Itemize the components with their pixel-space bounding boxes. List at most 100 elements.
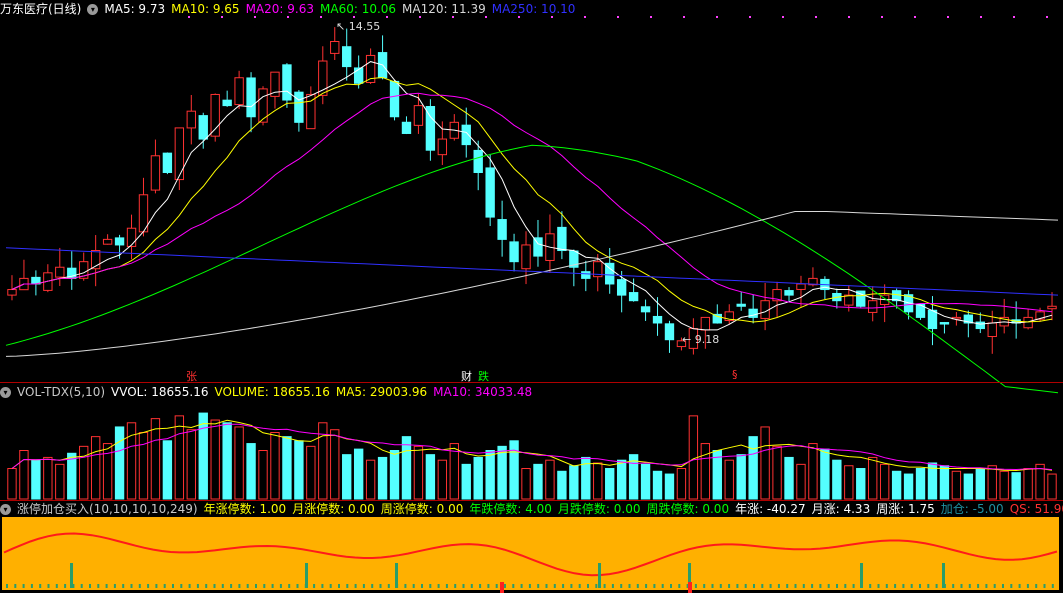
bottom-tick	[636, 584, 639, 588]
volume-bar	[43, 456, 53, 500]
volume-bar	[413, 445, 424, 500]
candle-body	[533, 237, 543, 257]
bottom-tick	[836, 584, 838, 588]
bottom-tick	[1002, 584, 1004, 588]
marker-cai[interactable]: 财	[461, 368, 472, 384]
bottom-tick	[769, 584, 772, 588]
bottom-tick	[462, 584, 465, 588]
top-dot	[914, 16, 916, 18]
volume-bar	[820, 448, 830, 500]
volume-bar	[174, 415, 185, 500]
volume-bar	[198, 412, 208, 500]
top-dot	[551, 16, 553, 18]
candle-body	[652, 315, 663, 324]
volume-bar	[1047, 473, 1057, 500]
bottom-tick	[753, 584, 755, 588]
bottom-tick	[744, 584, 747, 588]
top-dot	[452, 16, 454, 18]
candle-body	[844, 294, 854, 306]
bottom-tick	[1010, 584, 1013, 588]
bottom-tick	[263, 584, 266, 588]
volume-bar	[485, 450, 495, 500]
candle-body	[628, 292, 639, 302]
volume-bar	[437, 459, 448, 500]
volume-bar	[138, 431, 149, 500]
marker-section[interactable]: §	[732, 368, 738, 381]
candle-body	[927, 309, 938, 330]
marker-zhang[interactable]: 张	[186, 368, 197, 384]
volume-bar	[664, 473, 675, 500]
bottom-tick	[230, 584, 233, 588]
volume-bar	[461, 463, 471, 500]
bottom-tick	[819, 584, 822, 588]
bottom-tick	[296, 584, 299, 588]
volume-bar	[473, 456, 483, 500]
volume-bar	[975, 468, 985, 500]
top-dot	[287, 16, 289, 18]
candle-body	[186, 110, 196, 129]
bottom-tick	[537, 584, 540, 588]
ma5-line	[11, 61, 1053, 331]
bottom-tick	[445, 584, 448, 588]
ma120-line	[5, 211, 1059, 357]
indicator-settings-circle-icon[interactable]: ▾	[0, 504, 11, 515]
volume-bar	[533, 463, 543, 500]
marker-die[interactable]: 跌	[478, 368, 489, 384]
candle-body	[126, 227, 137, 247]
candle-body	[497, 219, 507, 240]
volume-bar	[748, 436, 758, 500]
bottom-tick	[935, 584, 938, 588]
candle-body	[342, 46, 352, 68]
bottom-tick	[869, 584, 872, 588]
volume-bar	[19, 450, 29, 500]
bottom-tick	[313, 584, 316, 588]
volume-bar	[856, 468, 866, 500]
volume-bar	[557, 470, 567, 500]
volume-bar	[365, 459, 376, 500]
volume-bar	[724, 459, 734, 500]
bottom-tick	[902, 584, 905, 588]
candle-body	[868, 300, 878, 313]
bottom-tick	[163, 584, 166, 588]
bottom-tick	[279, 584, 282, 588]
bottom-tick	[213, 584, 216, 588]
volume-bar	[282, 436, 292, 500]
bottom-tick	[412, 584, 415, 588]
bottom-tick	[620, 584, 623, 588]
top-dot	[221, 16, 223, 18]
bottom-tick	[172, 584, 174, 588]
signal-bar	[70, 563, 73, 588]
bottom-tick	[487, 584, 490, 588]
bottom-tick	[288, 584, 291, 588]
candle-body	[102, 238, 113, 245]
top-dot	[947, 16, 949, 18]
top-dot	[782, 16, 784, 18]
bottom-tick	[371, 584, 374, 588]
candle-body	[700, 316, 711, 331]
candle-body	[760, 300, 770, 319]
volume-bar	[868, 456, 878, 500]
bottom-tick	[528, 584, 531, 588]
stock-chart-window[interactable]: 万东医疗(日线) ▾ MA5: 9.73 MA10: 9.65 MA20: 9.63 MA…	[0, 0, 1063, 593]
bottom-tick	[188, 584, 191, 588]
bottom-tick	[321, 584, 324, 588]
bottom-tick	[968, 584, 971, 588]
bottom-tick	[180, 584, 183, 588]
ind-legend-item-9: 周涨: 1.75	[876, 502, 935, 516]
bottom-tick	[960, 584, 963, 588]
bottom-tick	[910, 584, 913, 588]
ind-legend-item-10: 加仓: -5.00	[940, 502, 1004, 516]
bottom-tick	[255, 584, 257, 588]
ma20-line	[11, 92, 1053, 313]
candle-body	[7, 289, 17, 296]
top-dot	[848, 16, 850, 18]
bottom-tick	[89, 584, 91, 588]
ma10-line	[11, 76, 1053, 323]
candle-body	[987, 322, 997, 338]
top-dot	[683, 16, 685, 18]
bottom-tick	[603, 584, 606, 588]
volume-settings-circle-icon[interactable]: ▾	[0, 387, 11, 398]
bottom-tick	[595, 584, 598, 588]
bottom-tick	[30, 584, 33, 588]
bottom-tick	[429, 584, 432, 588]
